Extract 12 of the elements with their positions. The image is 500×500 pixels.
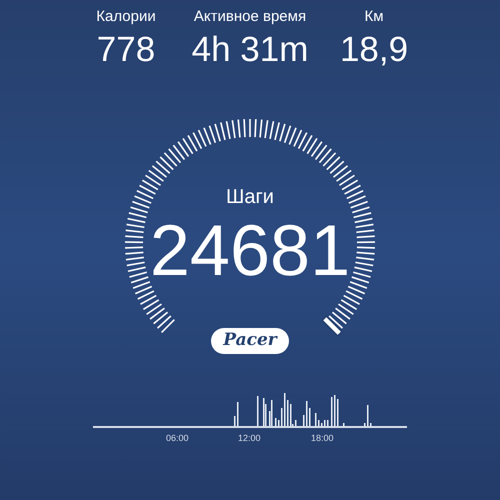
steps-label: Шаги — [226, 185, 274, 209]
stat-label: Калории — [96, 7, 156, 27]
stat-label: Км — [364, 7, 384, 27]
time-label: 18:00 — [311, 432, 334, 445]
time-label: 12:00 — [238, 432, 261, 445]
steps-count: 24681 — [150, 211, 350, 291]
stat-value: 4h 31m — [192, 29, 308, 71]
stat-value: 18,9 — [340, 29, 408, 71]
stat-label: Активное время — [194, 7, 306, 27]
pacer-logo: Pacer — [211, 328, 289, 354]
stat-value: 778 — [96, 29, 156, 71]
time-label: 06:00 — [166, 432, 189, 445]
